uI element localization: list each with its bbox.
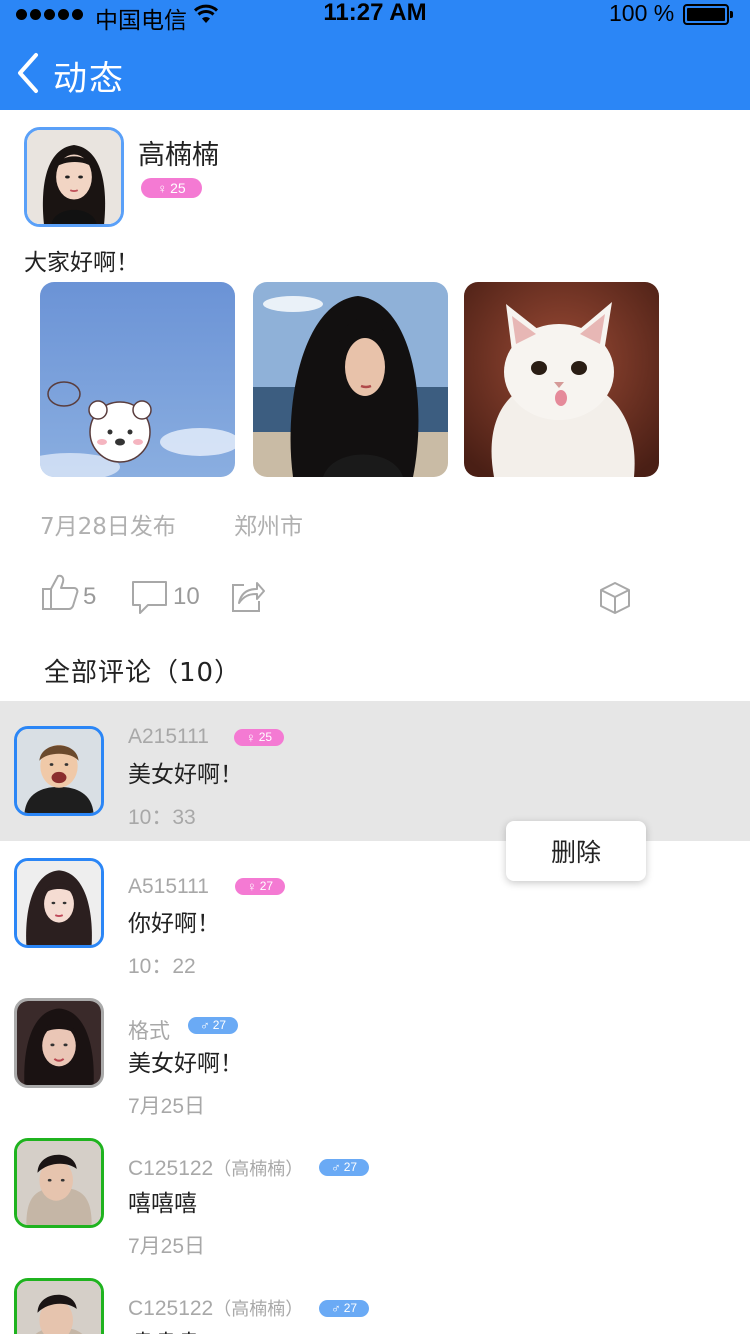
commenter-name[interactable]: C125122（高楠楠）	[128, 1155, 303, 1181]
like-icon[interactable]	[40, 573, 80, 611]
delete-popup[interactable]: 删除	[506, 821, 646, 881]
page-title: 动态	[53, 59, 125, 99]
male-icon: ♂	[199, 1018, 210, 1033]
delete-button[interactable]: 删除	[551, 833, 601, 869]
comment-time: 10：33	[128, 806, 196, 829]
female-icon: ♀	[245, 730, 256, 745]
comment-text: 美女好啊！	[128, 762, 243, 788]
commenter-name[interactable]: C125122（高楠楠）	[128, 1295, 303, 1321]
commenter-name[interactable]: A515111	[128, 875, 209, 899]
post-photo-1[interactable]	[40, 282, 235, 477]
age-label: 25	[170, 179, 186, 196]
commenter-avatar[interactable]	[14, 726, 104, 816]
commenter-avatar[interactable]	[14, 998, 104, 1088]
comment-text: 嘻嘻嘻	[128, 1324, 197, 1334]
back-arrow-icon[interactable]	[14, 52, 46, 94]
top-bar: 中国电信 11:27 AM 100 % 动态	[0, 0, 750, 110]
post-photo-2[interactable]	[253, 282, 448, 477]
status-bar: 中国电信 11:27 AM 100 %	[0, 0, 750, 34]
post-author-name[interactable]: 高楠楠	[138, 133, 219, 172]
comment-icon[interactable]	[131, 580, 168, 616]
battery-icon	[683, 4, 733, 25]
comment-count: 10	[173, 583, 200, 610]
gender-age-badge: ♀ 25	[141, 178, 202, 198]
male-icon: ♂	[330, 1160, 341, 1175]
post-location: 郑州市	[234, 514, 303, 540]
gender-age-badge: ♀ 27	[235, 878, 285, 895]
comment-text: 嘻嘻嘻	[128, 1191, 197, 1217]
cube-icon[interactable]	[598, 581, 632, 615]
comment-text: 美女好啊！	[128, 1051, 243, 1077]
commenter-avatar[interactable]	[14, 1138, 104, 1228]
gender-age-badge: ♂ 27	[319, 1300, 369, 1317]
comment-item[interactable]: 格式 ♂ 27 美女好啊！ 7月25日	[0, 973, 750, 1118]
gender-age-badge: ♀ 25	[234, 729, 284, 746]
female-icon: ♀	[246, 879, 257, 894]
commenter-avatar[interactable]	[14, 1278, 104, 1334]
share-icon[interactable]	[230, 579, 266, 613]
battery-percent: 100 %	[609, 0, 675, 26]
post-date: 7月28日发布	[40, 514, 176, 540]
post-photo-3[interactable]	[464, 282, 659, 477]
gender-age-badge: ♂ 27	[188, 1017, 238, 1034]
comment-item[interactable]: A215111 ♀ 25 美女好啊！ 10：33	[0, 701, 750, 841]
male-icon: ♂	[330, 1301, 341, 1316]
comment-item[interactable]: C125122（高楠楠） ♂27 嘻嘻嘻	[0, 1253, 750, 1334]
female-icon: ♀	[157, 180, 168, 196]
commenter-name[interactable]: A215111	[128, 725, 209, 749]
commenter-avatar[interactable]	[14, 858, 104, 948]
comment-text: 你好啊！	[128, 911, 220, 937]
comments-header: 全部评论（10）	[44, 658, 242, 688]
comment-item[interactable]: C125122（高楠楠） ♂ 27 嘻嘻嘻 7月25日	[0, 1113, 750, 1258]
like-count: 5	[83, 583, 97, 610]
commenter-name[interactable]: 格式	[128, 1015, 170, 1045]
post-text: 大家好啊！	[24, 250, 139, 276]
gender-age-badge: ♂ 27	[319, 1159, 369, 1176]
post-author-avatar[interactable]	[24, 127, 124, 227]
